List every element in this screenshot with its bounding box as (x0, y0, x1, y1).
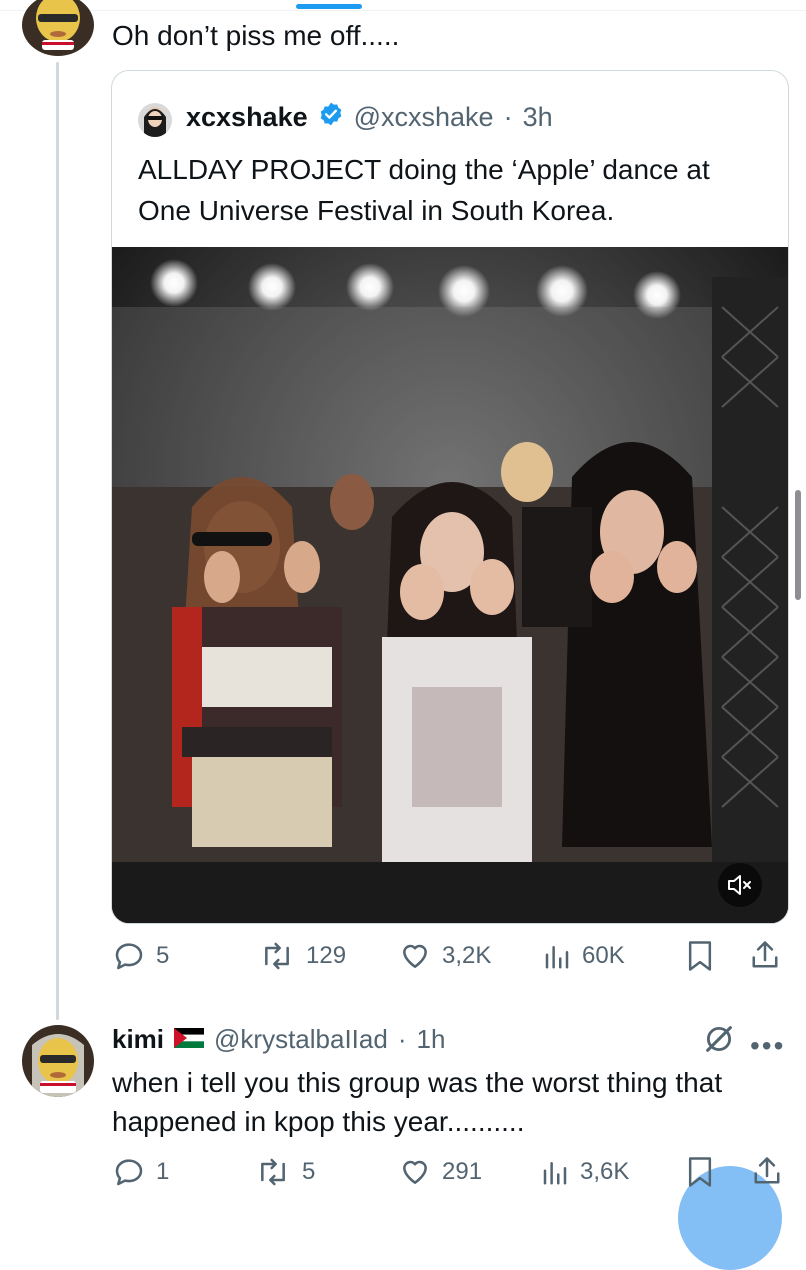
avatar-image (22, 1025, 94, 1097)
top-divider (0, 10, 806, 11)
quote-avatar-image (138, 103, 172, 137)
reply-handle[interactable]: @krystalbaIIad (214, 1024, 388, 1055)
like-count: 3,2K (442, 942, 492, 969)
bookmark-icon (688, 941, 712, 971)
heart-icon (403, 1160, 427, 1184)
share-button[interactable] (752, 1154, 782, 1193)
like-button[interactable]: 291 (398, 1156, 482, 1188)
dot-separator: · (503, 102, 513, 132)
quote-avatar[interactable] (138, 103, 172, 137)
views-button[interactable]: 60K (542, 940, 625, 972)
repost-count: 129 (306, 942, 347, 969)
thread-connector-line (56, 62, 59, 1020)
tweet-text: Oh don’t piss me off..... (112, 20, 400, 51)
dot-separator: · (397, 1024, 407, 1054)
quote-text: ALLDAY PROJECT doing the ‘Apple’ dance a… (138, 154, 710, 226)
quote-timestamp[interactable]: 3h (523, 102, 553, 133)
reply-icon (115, 943, 143, 970)
repost-icon (265, 942, 289, 970)
verified-badge-icon (318, 101, 344, 134)
reply-display-name[interactable]: kimi (112, 1024, 164, 1055)
repost-button[interactable]: 5 (254, 1156, 315, 1188)
avatar[interactable] (22, 1025, 94, 1097)
share-icon (752, 941, 778, 968)
like-count: 291 (442, 1158, 483, 1185)
reply-button[interactable]: 1 (112, 1156, 169, 1188)
more-options-icon[interactable]: ••• (750, 1030, 785, 1062)
bookmark-button[interactable] (686, 940, 714, 977)
avatar[interactable] (22, 0, 94, 56)
tweet-text: when i tell you this group was the worst… (112, 1067, 723, 1137)
palestine-flag-icon (174, 1024, 205, 1055)
reply-button[interactable]: 5 (112, 940, 169, 972)
repost-count: 5 (302, 1158, 316, 1185)
share-button[interactable] (750, 938, 780, 977)
analytics-icon (543, 1162, 567, 1185)
share-icon (754, 1157, 780, 1184)
bookmark-button[interactable] (686, 1156, 714, 1193)
scrollbar-thumb[interactable] (795, 490, 801, 600)
analytics-icon (545, 946, 569, 969)
repost-icon (261, 1158, 285, 1186)
repost-button[interactable]: 129 (258, 940, 346, 972)
top-indicator (296, 4, 362, 9)
view-count: 60K (582, 942, 625, 969)
reply-icon (115, 1159, 143, 1186)
speaker-muted-icon[interactable] (718, 863, 762, 907)
view-count: 3,6K (580, 1158, 630, 1185)
bookmark-icon (688, 1157, 712, 1187)
heart-icon (403, 944, 427, 968)
avatar-image (22, 0, 94, 56)
reply-count: 5 (156, 942, 170, 969)
video-thumbnail (112, 247, 788, 923)
grok-icon[interactable] (702, 1022, 736, 1061)
reply-count: 1 (156, 1158, 170, 1185)
quote-tweet-card[interactable]: xcxshake @xcxshake · 3h ALLDAY PROJECT d… (111, 70, 789, 924)
views-button[interactable]: 3,6K (540, 1156, 629, 1188)
quote-handle[interactable]: @xcxshake (354, 102, 494, 133)
quote-display-name[interactable]: xcxshake (186, 102, 308, 133)
video-player[interactable] (112, 247, 788, 923)
like-button[interactable]: 3,2K (398, 940, 491, 972)
reply-timestamp[interactable]: 1h (417, 1024, 446, 1055)
